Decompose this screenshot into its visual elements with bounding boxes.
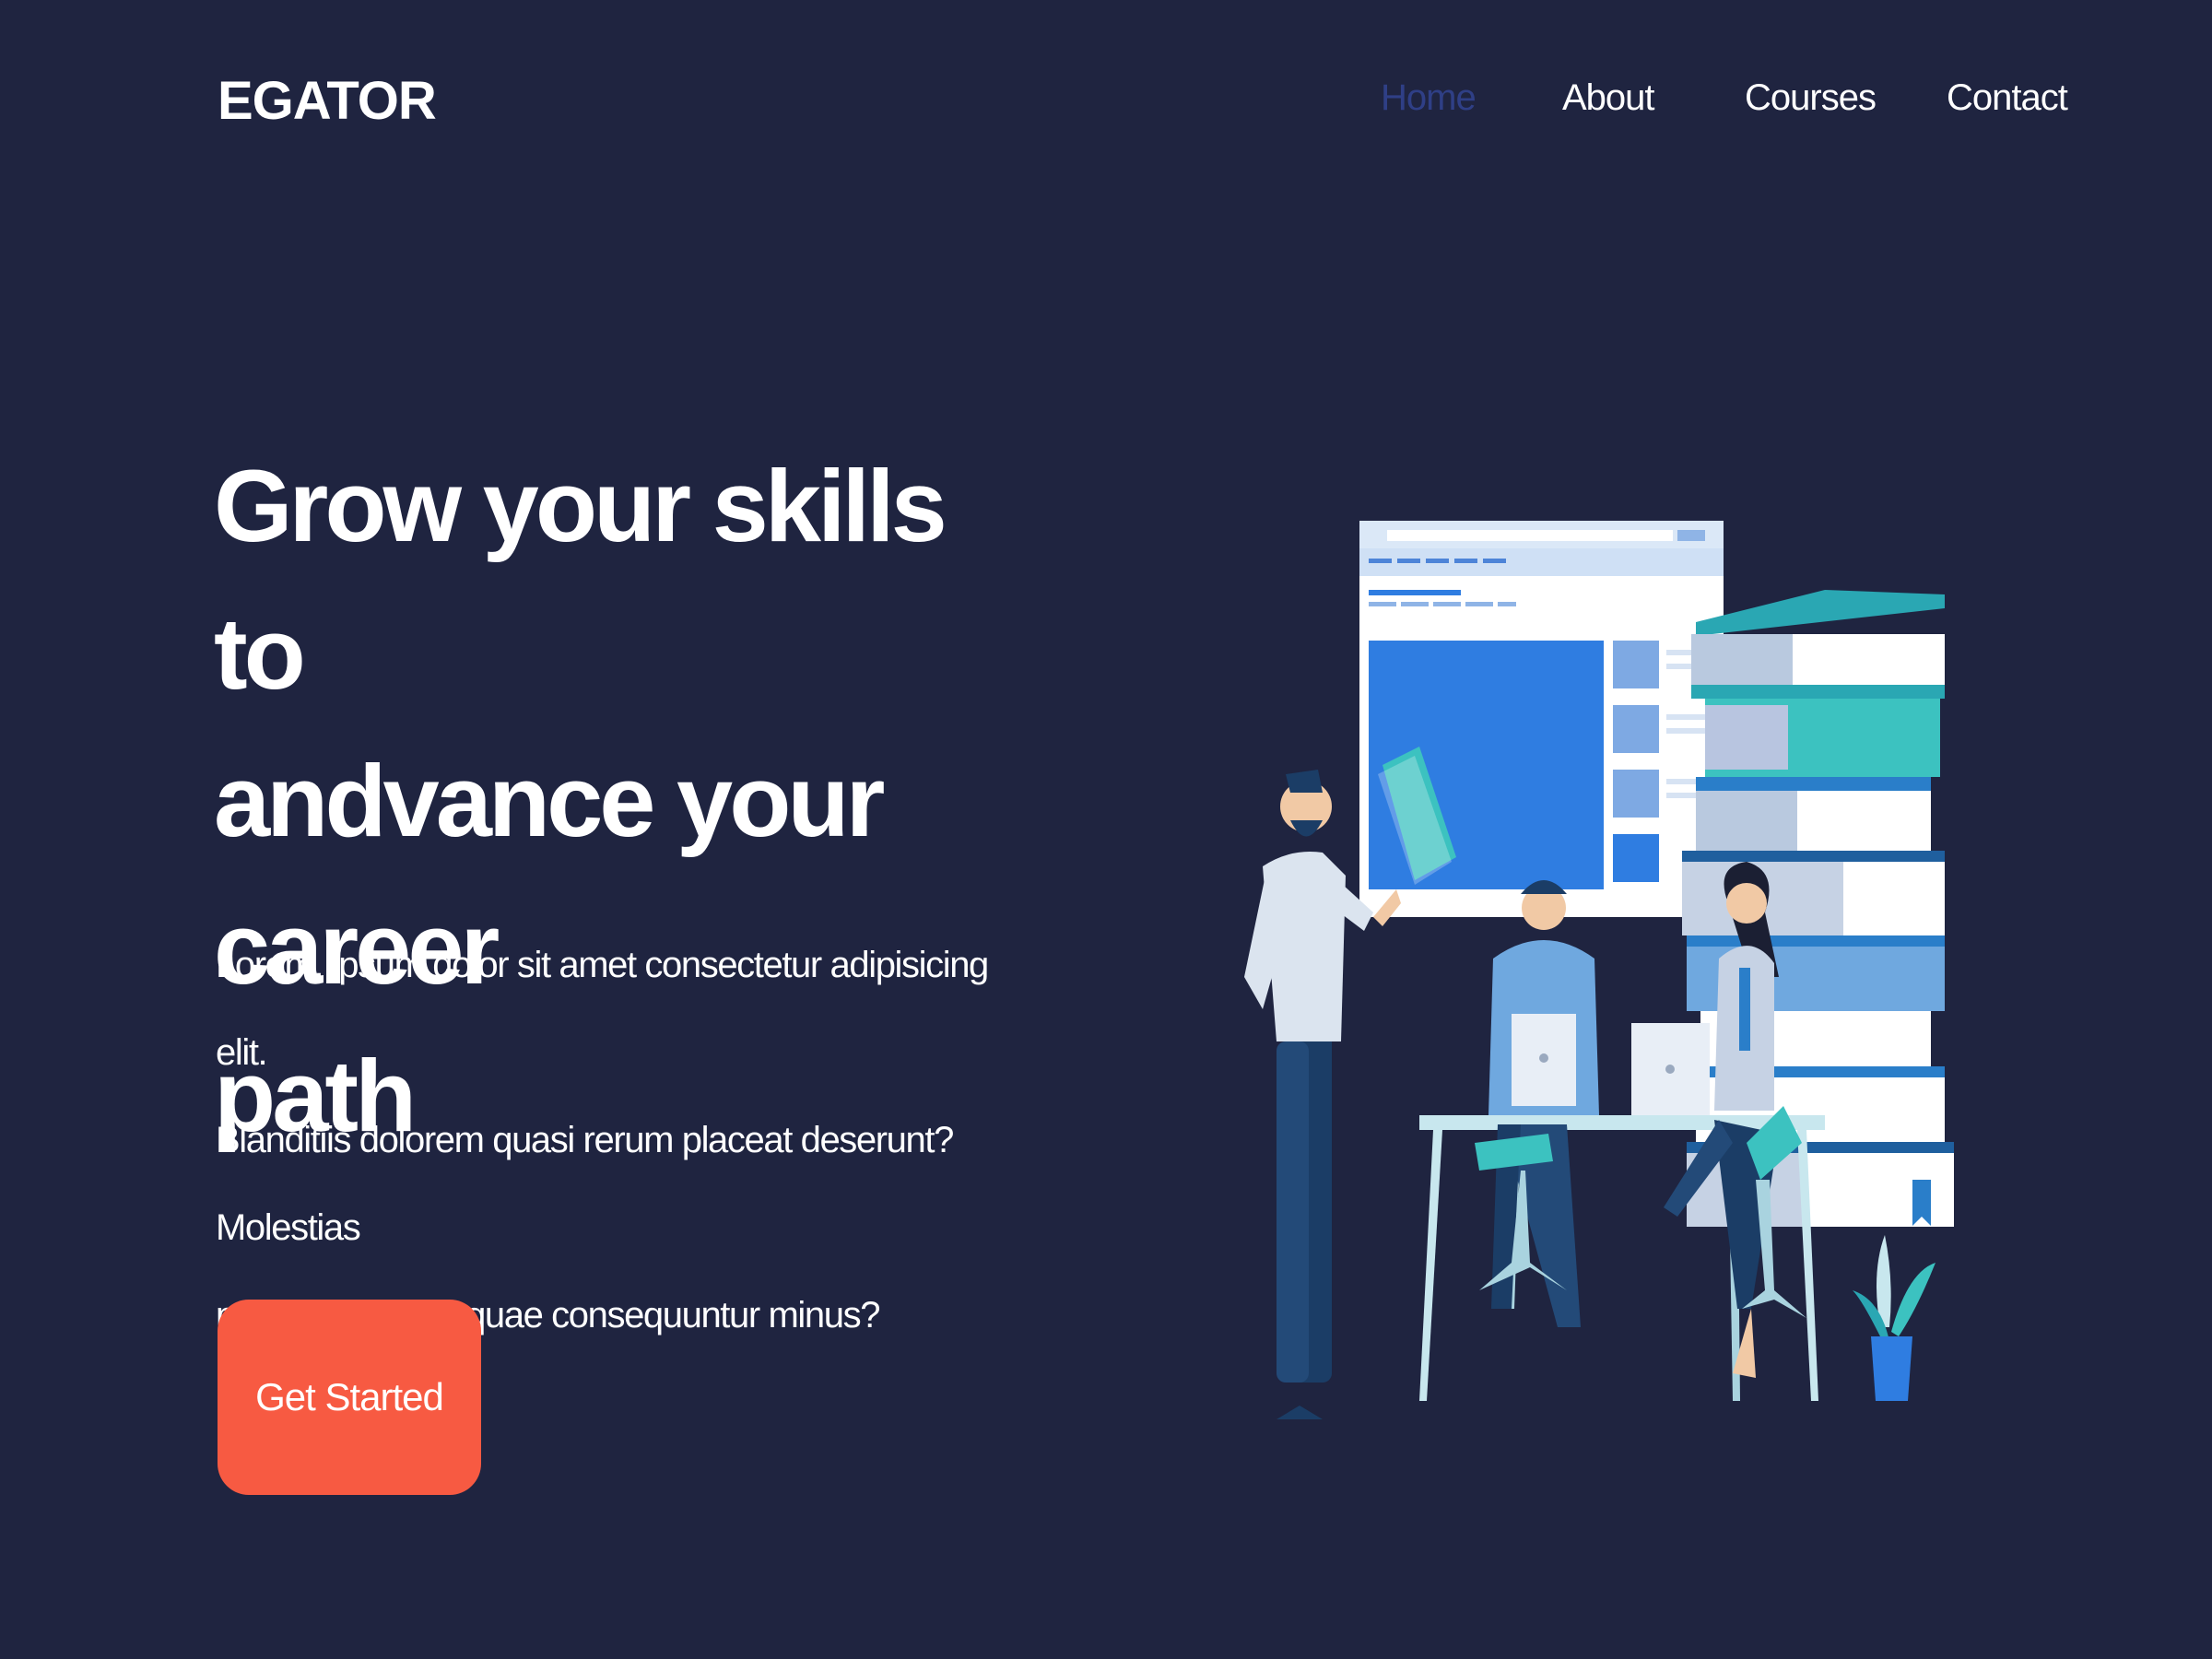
nav-link-courses[interactable]: Courses [1745,77,1877,119]
plant-graphic [1853,1235,1936,1401]
hero-text-line: Blanditiis dolorem quasi rerum placeat d… [216,1120,954,1248]
hero-text-line: Lorem, ipsum dolor sit amet consectetur … [216,945,989,1073]
navbar: EGATOR Home About Courses Contact [0,0,2212,203]
nav-link-home[interactable]: Home [1381,77,1477,119]
nav-link-contact[interactable]: Contact [1947,77,2068,119]
get-started-button[interactable]: Get Started [218,1300,481,1495]
hero-title-line: Grow your skills to [214,450,947,711]
team-learning-illustration [1244,521,1954,1419]
nav-link-about[interactable]: About [1562,77,1655,119]
nav-menu: Home About Courses Contact [0,77,2212,133]
hero-description: Lorem, ipsum dolor sit amet consectetur … [216,922,1045,1359]
seated-man-graphic [1475,880,1599,1327]
